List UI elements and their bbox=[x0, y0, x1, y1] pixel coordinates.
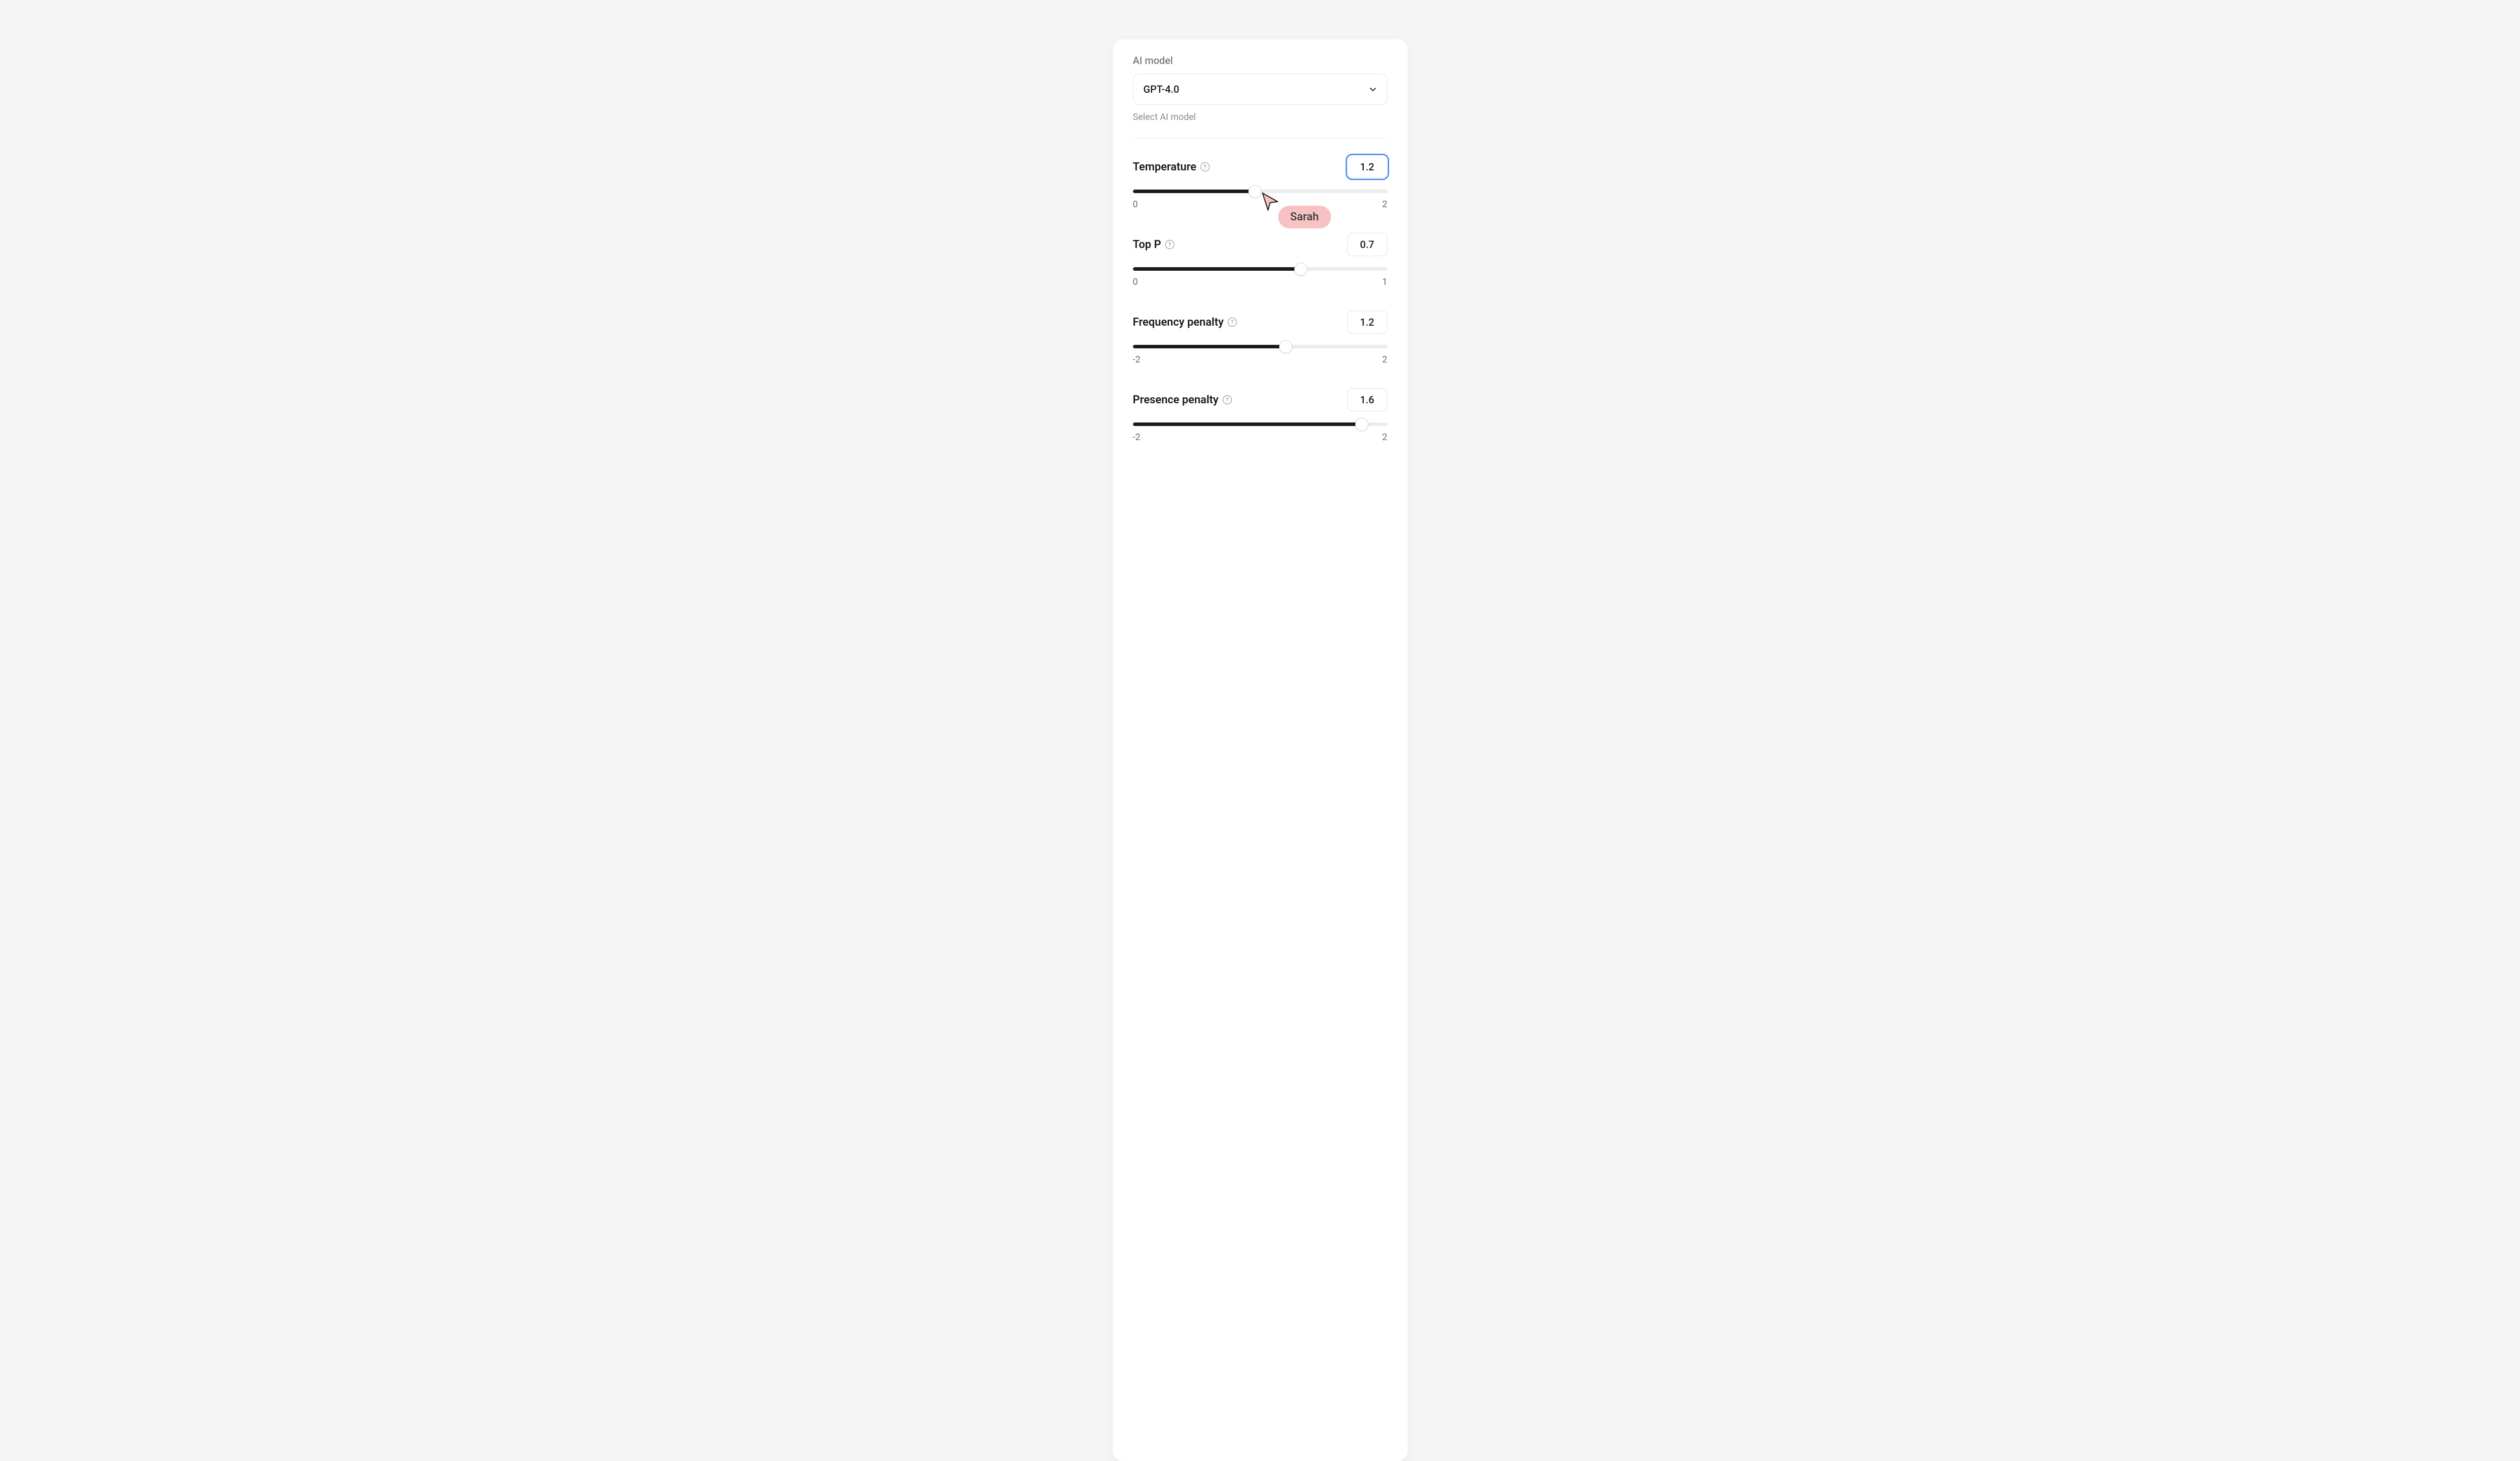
slider-thumb[interactable] bbox=[1294, 263, 1307, 276]
param-presence_penalty: Presence penalty? 1.6 -2 2 bbox=[1133, 388, 1388, 443]
slider-min-label: 0 bbox=[1133, 199, 1138, 210]
param-value-input[interactable]: 1.2 bbox=[1347, 155, 1388, 178]
slider-range-labels: -2 2 bbox=[1133, 354, 1388, 365]
param-label-group: Frequency penalty? bbox=[1133, 316, 1237, 329]
slider-range-labels: -2 2 bbox=[1133, 432, 1388, 443]
param-label: Top P bbox=[1133, 238, 1161, 251]
param-value-input[interactable]: 1.6 bbox=[1347, 388, 1388, 411]
ai-model-helper: Select AI model bbox=[1133, 112, 1388, 123]
param-temperature: Temperature?1.202 Sarah bbox=[1133, 155, 1388, 210]
param-label-group: Temperature? bbox=[1133, 161, 1210, 173]
help-icon[interactable]: ? bbox=[1223, 395, 1232, 404]
slider-min-label: 0 bbox=[1133, 277, 1138, 287]
ai-model-label: AI model bbox=[1133, 54, 1388, 67]
slider-thumb[interactable] bbox=[1248, 185, 1262, 198]
slider-range-labels: 02 bbox=[1133, 199, 1388, 210]
help-icon[interactable]: ? bbox=[1201, 162, 1210, 171]
ai-model-select[interactable]: GPT-4.0 bbox=[1133, 74, 1388, 105]
param-frequency_penalty: Frequency penalty? 1.2 -2 2 bbox=[1133, 311, 1388, 365]
param-header: Frequency penalty? 1.2 bbox=[1133, 311, 1388, 334]
slider-fill bbox=[1133, 422, 1362, 426]
help-icon[interactable]: ? bbox=[1228, 318, 1237, 327]
chevron-down-icon bbox=[1369, 85, 1377, 93]
ai-model-selected-value: GPT-4.0 bbox=[1144, 83, 1179, 95]
slider-track[interactable] bbox=[1133, 190, 1388, 193]
slider-fill bbox=[1133, 190, 1255, 193]
param-top_p: Top P?0.701 bbox=[1133, 233, 1388, 287]
param-header: Temperature? 1.2 bbox=[1133, 155, 1388, 178]
slider-min-label: -2 bbox=[1133, 354, 1141, 365]
slider-range-labels: 01 bbox=[1133, 277, 1388, 287]
settings-card: AI model GPT-4.0 Select AI model Tempera… bbox=[1113, 39, 1408, 1461]
slider-max-label: 2 bbox=[1382, 354, 1387, 365]
help-icon[interactable]: ? bbox=[1165, 240, 1174, 249]
slider-track[interactable] bbox=[1133, 267, 1388, 271]
slider-max-label: 2 bbox=[1382, 432, 1387, 443]
slider-fill bbox=[1133, 345, 1286, 348]
slider-thumb[interactable] bbox=[1279, 340, 1292, 353]
slider-track[interactable] bbox=[1133, 422, 1388, 426]
param-label: Presence penalty bbox=[1133, 394, 1219, 406]
slider-max-label: 1 bbox=[1382, 277, 1387, 287]
slider-min-label: -2 bbox=[1133, 432, 1141, 443]
slider-fill bbox=[1133, 267, 1301, 271]
slider-thumb[interactable] bbox=[1355, 418, 1368, 431]
param-label: Temperature bbox=[1133, 161, 1196, 173]
param-value-input[interactable]: 1.2 bbox=[1347, 311, 1388, 334]
param-header: Presence penalty? 1.6 bbox=[1133, 388, 1388, 411]
param-value-input[interactable]: 0.7 bbox=[1347, 233, 1388, 256]
slider-track[interactable] bbox=[1133, 345, 1388, 348]
param-label-group: Top P? bbox=[1133, 238, 1174, 251]
slider-max-label: 2 bbox=[1382, 199, 1387, 210]
param-label: Frequency penalty bbox=[1133, 316, 1224, 329]
param-label-group: Presence penalty? bbox=[1133, 394, 1232, 406]
param-header: Top P? 0.7 bbox=[1133, 233, 1388, 256]
